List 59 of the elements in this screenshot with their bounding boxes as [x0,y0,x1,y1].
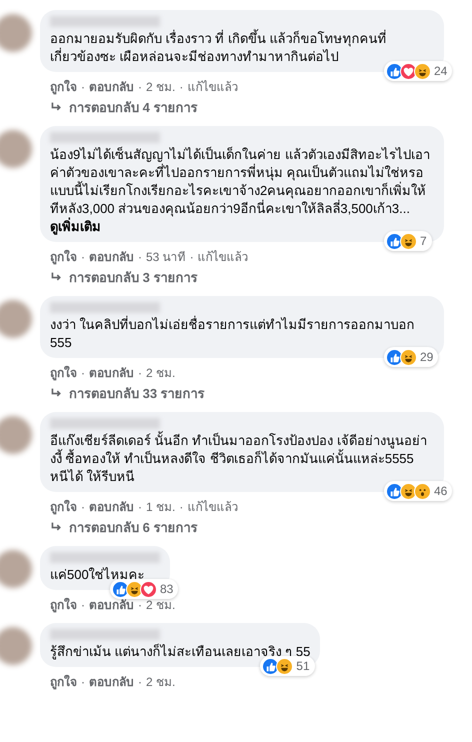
view-replies-link[interactable]: การตอบกลับ 6 รายการ [69,519,198,536]
action-link[interactable]: ถูกใจ [50,79,77,95]
action-link[interactable]: ถูกใจ [50,597,77,613]
meta-text[interactable]: แก้ไขแล้ว [187,499,238,515]
reaction-count: 7 [420,233,427,250]
action-link[interactable]: ตอบกลับ [89,79,134,95]
meta-text[interactable]: 2 ชม. [146,597,176,613]
action-link[interactable]: ตอบกลับ [89,597,134,613]
view-replies-link[interactable]: การตอบกลับ 3 รายการ [69,269,198,286]
action-link[interactable]: ตอบกลับ [89,365,134,381]
avatar[interactable] [0,300,32,338]
meta-text[interactable]: 2 ชม. [146,79,176,95]
reaction-count: 83 [160,581,174,598]
separator-dot: · [81,249,85,265]
view-replies-link[interactable]: การตอบกลับ 33 รายการ [69,385,205,402]
separator-dot: · [138,499,142,515]
action-link[interactable]: ถูกใจ [50,499,77,515]
avatar[interactable] [0,416,32,454]
separator-dot: · [81,365,85,381]
reaction-summary[interactable]: 83 [110,579,178,599]
meta-text[interactable]: แก้ไขแล้ว [198,249,249,265]
view-replies-link[interactable]: การตอบกลับ 4 รายการ [69,99,198,116]
separator-dot: · [81,79,85,95]
meta-text[interactable]: 2 ชม. [146,674,176,690]
reaction-summary[interactable]: 29 [384,347,438,367]
separator-dot: · [179,79,184,95]
separator-dot: · [190,249,194,265]
reaction-count: 51 [296,658,310,675]
meta-text[interactable]: 53 นาที [146,249,186,265]
reaction-summary[interactable]: 46 [384,481,452,501]
separator-dot: · [81,674,85,690]
separator-dot: · [179,499,184,515]
separator-dot: · [138,79,142,95]
reaction-count: 24 [434,63,448,80]
separator-dot: · [138,674,142,690]
action-link[interactable]: ถูกใจ [50,249,77,265]
reaction-summary[interactable]: 7 [384,231,432,251]
action-link[interactable]: ตอบกลับ [89,499,134,515]
meta-text[interactable]: 1 ชม. [146,499,176,515]
separator-dot: · [81,597,85,613]
reaction-count: 46 [434,483,448,500]
separator-dot: · [138,597,142,613]
avatar[interactable] [0,627,32,665]
action-link[interactable]: ตอบกลับ [89,674,134,690]
reaction-summary[interactable]: 51 [260,656,315,676]
separator-dot: · [138,249,142,265]
action-link[interactable]: ถูกใจ [50,365,77,381]
action-link[interactable]: ตอบกลับ [89,249,134,265]
separator-dot: · [138,365,142,381]
avatar[interactable] [0,14,32,52]
action-link[interactable]: ถูกใจ [50,674,77,690]
avatar[interactable] [0,130,32,168]
reaction-count: 29 [420,349,434,366]
meta-text[interactable]: แก้ไขแล้ว [187,79,238,95]
avatar[interactable] [0,550,32,588]
reaction-summary[interactable]: 24 [384,61,452,81]
meta-text[interactable]: 2 ชม. [146,365,176,381]
separator-dot: · [81,499,85,515]
see-more-link[interactable]: ดูเพิ่มเติม [50,219,101,234]
